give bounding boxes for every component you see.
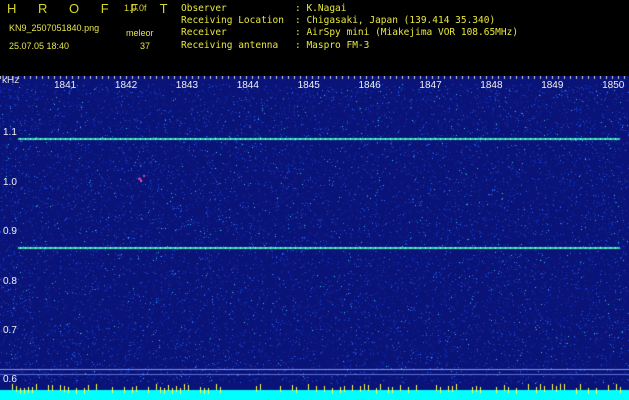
y-tick-label: 0.7	[3, 325, 17, 336]
station-row-receiver: Receiver : AirSpy mini (Miakejima VOR 108…	[181, 27, 518, 39]
file-name: KN9_2507051840.png	[9, 23, 100, 33]
x-tick-label: 1842	[114, 80, 138, 91]
header-panel: H R O F F T 1.0.0f KN9_2507051840.png me…	[0, 0, 629, 76]
spectrogram-canvas	[0, 76, 629, 400]
x-tick-label: 1846	[358, 80, 381, 91]
x-tick-label: 1841	[54, 80, 77, 91]
x-tick-label: 1848	[480, 80, 503, 91]
station-row-observer: Observer : K.Nagai	[181, 3, 518, 15]
station-value: : K.Nagai	[295, 3, 347, 14]
station-label: Receiver	[181, 27, 227, 39]
x-tick-label: 1847	[419, 80, 442, 91]
station-info: Observer : K.Nagai Receiving Location : Ch…	[181, 3, 518, 52]
station-label: Receiving antenna	[181, 39, 279, 51]
station-value: : Maspro FM-3	[295, 39, 370, 51]
y-tick-label: 1.1	[3, 127, 17, 139]
app-title: H R O F F T	[7, 1, 177, 16]
station-value: : AirSpy mini (Miakejima VOR 108.65MHz)	[295, 27, 519, 39]
x-tick-label: 1850	[602, 80, 625, 91]
capture-datetime: 25.07.05 18:40	[9, 41, 70, 51]
x-tick-label: 1844	[236, 80, 259, 91]
y-tick-label: 0.8	[3, 275, 17, 287]
y-tick-label: 1.0	[3, 176, 17, 188]
station-row-antenna: Receiving antenna : Maspro FM-3	[181, 40, 518, 52]
x-tick-label: 1849	[541, 80, 564, 91]
station-label: Observer	[181, 3, 227, 14]
app-version: 1.0.0f	[124, 3, 147, 13]
y-tick-label: 0.9	[3, 226, 17, 238]
echo-count: 37	[140, 41, 151, 51]
station-label: Receiving Location	[181, 15, 284, 27]
y-tick-label: 0.6	[3, 374, 17, 386]
station-row-location: Receiving Location : Chigasaki, Japan (13…	[181, 15, 518, 27]
x-tick-label: 1843	[175, 80, 199, 91]
y-axis-unit: kHz	[2, 75, 20, 86]
mode-label: meleor	[126, 28, 154, 38]
x-tick-label: 1845	[297, 80, 320, 91]
station-value: : Chigasaki, Japan (139.414 35.340)	[295, 15, 496, 27]
